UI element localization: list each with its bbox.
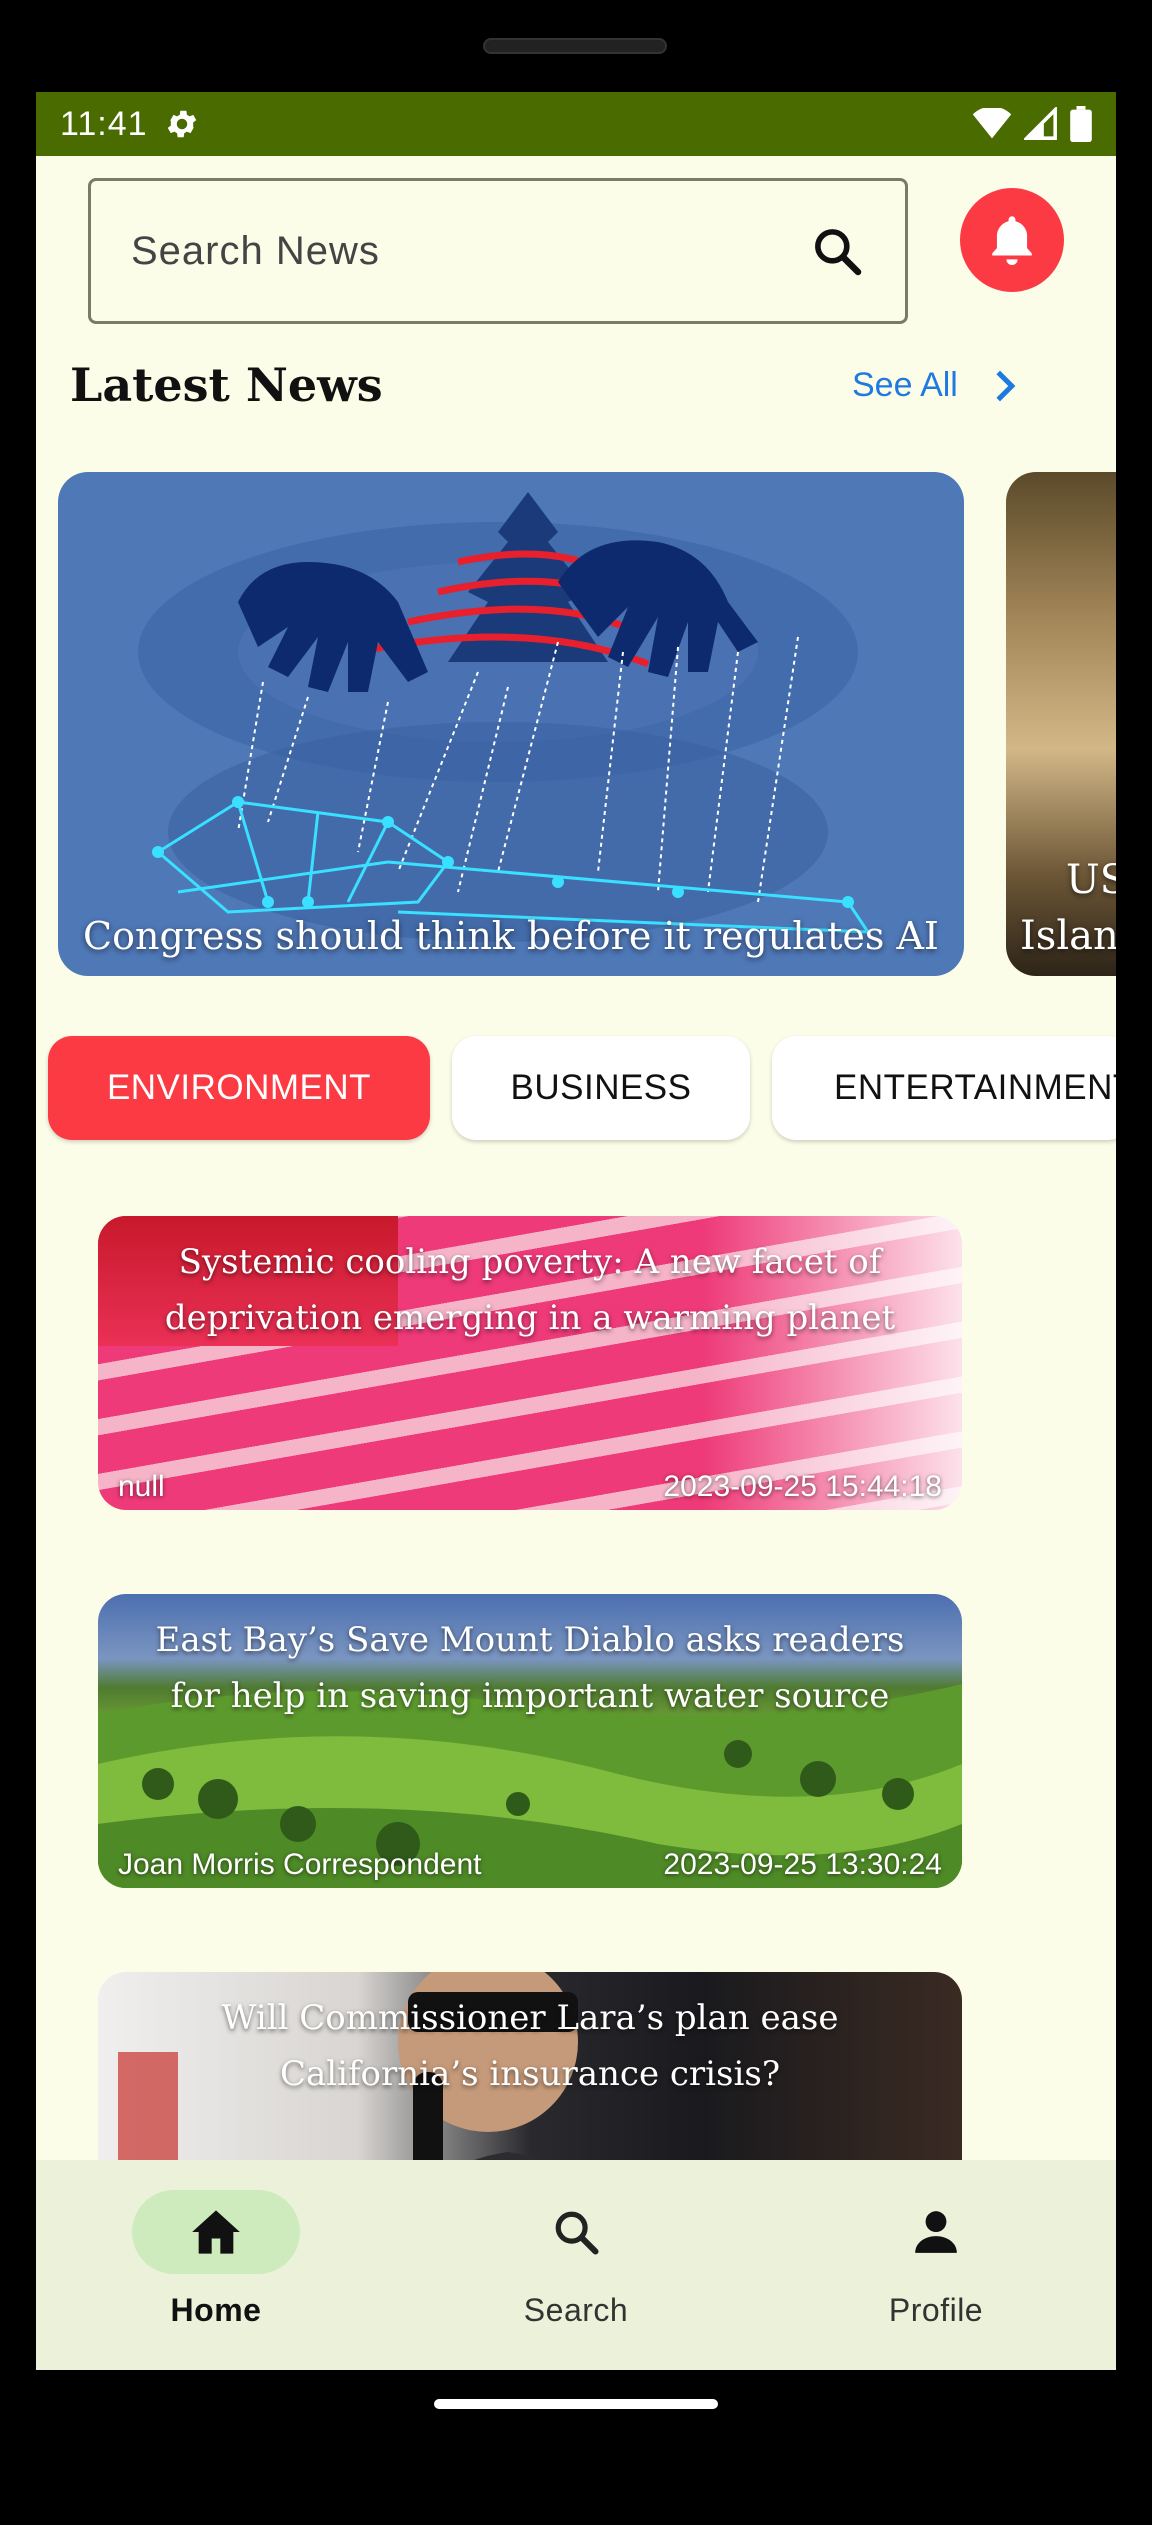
battery-icon <box>1070 106 1092 142</box>
bell-icon <box>992 216 1032 265</box>
news-author: Joan Morris Correspondent <box>118 1848 482 1881</box>
category-environment[interactable]: ENVIRONMENT <box>48 1036 430 1140</box>
featured-news-card[interactable]: Congress should think before it regulate… <box>58 472 964 976</box>
search-icon[interactable] <box>809 223 865 279</box>
bottom-navigation: Home Search Profile <box>36 2160 1116 2370</box>
device-frame: 11:41 Search News Latest News See All Co… <box>0 0 1152 2525</box>
search-icon <box>555 2211 599 2255</box>
see-all-link[interactable]: See All <box>852 366 1016 405</box>
status-icons <box>972 106 1092 142</box>
news-item[interactable]: Systemic cooling poverty: A new facet of… <box>98 1216 962 1510</box>
nav-home-indicator <box>132 2190 300 2274</box>
featured-news-title-next: US Islan <box>1020 857 1116 959</box>
category-entertainment[interactable]: ENTERTAINMENT <box>772 1036 1116 1140</box>
status-time: 11:41 <box>60 104 148 143</box>
news-title: East Bay’s Save Mount Diablo asks reader… <box>155 1620 905 1716</box>
latest-news-heading: Latest News <box>70 358 383 412</box>
see-all-label: See All <box>852 366 958 404</box>
nav-profile[interactable]: Profile <box>756 2160 1116 2370</box>
home-icon <box>192 2210 240 2254</box>
settings-gear-icon <box>167 110 196 138</box>
search-input[interactable]: Search News <box>88 178 908 324</box>
news-title: Will Commissioner Lara’s plan ease Calif… <box>221 1998 839 2094</box>
nav-profile-indicator <box>852 2190 1020 2274</box>
news-item[interactable]: East Bay’s Save Mount Diablo asks reader… <box>98 1594 962 1888</box>
chevron-right-icon <box>996 370 1016 401</box>
news-date: 2023-09-25 13:30:24 <box>663 1848 942 1881</box>
search-placeholder: Search News <box>131 228 380 273</box>
news-title: Systemic cooling poverty: A new facet of… <box>164 1242 896 1338</box>
nav-home-label: Home <box>170 2292 262 2328</box>
wifi-icon <box>972 108 1012 139</box>
gesture-home-bar[interactable] <box>434 2399 718 2409</box>
app-screen: 11:41 Search News Latest News See All Co… <box>36 92 1116 2370</box>
featured-illustration <box>138 492 871 942</box>
nav-home[interactable]: Home <box>36 2160 396 2370</box>
category-business[interactable]: BUSINESS <box>452 1036 750 1140</box>
news-author: null <box>118 1470 165 1503</box>
person-icon <box>915 2211 957 2253</box>
nav-profile-label: Profile <box>888 2292 984 2328</box>
signal-icon <box>1024 107 1057 140</box>
status-bar: 11:41 <box>36 92 1116 156</box>
category-tabs: ENVIRONMENT BUSINESS ENTERTAINMENT <box>48 1036 1116 1140</box>
nav-search-label: Search <box>523 2292 629 2328</box>
featured-news-title: Congress should think before it regulate… <box>83 914 939 958</box>
news-date: 2023-09-25 15:44:18 <box>663 1470 942 1503</box>
notifications-button[interactable] <box>960 188 1064 292</box>
featured-news-card-next[interactable]: US Islan <box>1006 472 1116 976</box>
nav-search[interactable]: Search <box>396 2160 756 2370</box>
earpiece-speaker <box>483 38 667 54</box>
nav-search-indicator <box>492 2190 660 2274</box>
